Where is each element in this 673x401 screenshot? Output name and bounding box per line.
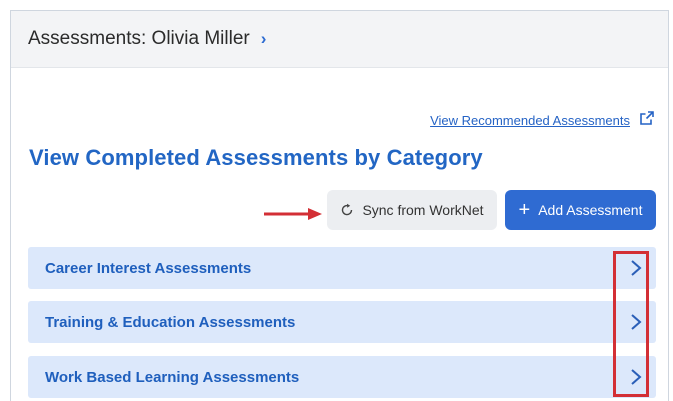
external-link-icon[interactable] (639, 110, 655, 126)
plus-icon: + (518, 199, 531, 221)
category-row-work-based-learning[interactable]: Work Based Learning Assessments (28, 356, 656, 398)
section-title: View Completed Assessments by Category (29, 145, 483, 170)
sync-from-worknet-button[interactable]: Sync from WorkNet (327, 190, 497, 230)
category-row-training-education[interactable]: Training & Education Assessments (28, 301, 656, 343)
add-button-label: Add Assessment (538, 202, 643, 218)
category-row-career-interest[interactable]: Career Interest Assessments (28, 247, 656, 289)
refresh-icon (342, 203, 353, 216)
red-arrow-annotation (264, 208, 322, 220)
red-highlight-box-annotation (613, 251, 649, 397)
category-label: Work Based Learning Assessments (45, 368, 300, 386)
view-recommended-assessments-link[interactable]: View Recommended Assessments (430, 113, 630, 128)
sync-button-label: Sync from WorkNet (362, 202, 484, 218)
page-title: Assessments: Olivia Miller (28, 28, 250, 49)
chevron-right-icon[interactable]: › (261, 29, 267, 49)
panel-header[interactable]: Assessments: Olivia Miller › (11, 11, 668, 68)
category-label: Training & Education Assessments (45, 313, 296, 331)
category-label: Career Interest Assessments (45, 259, 252, 277)
add-assessment-button[interactable]: + Add Assessment (505, 190, 656, 230)
assessments-panel: Assessments: Olivia Miller › View Recomm… (10, 10, 669, 401)
